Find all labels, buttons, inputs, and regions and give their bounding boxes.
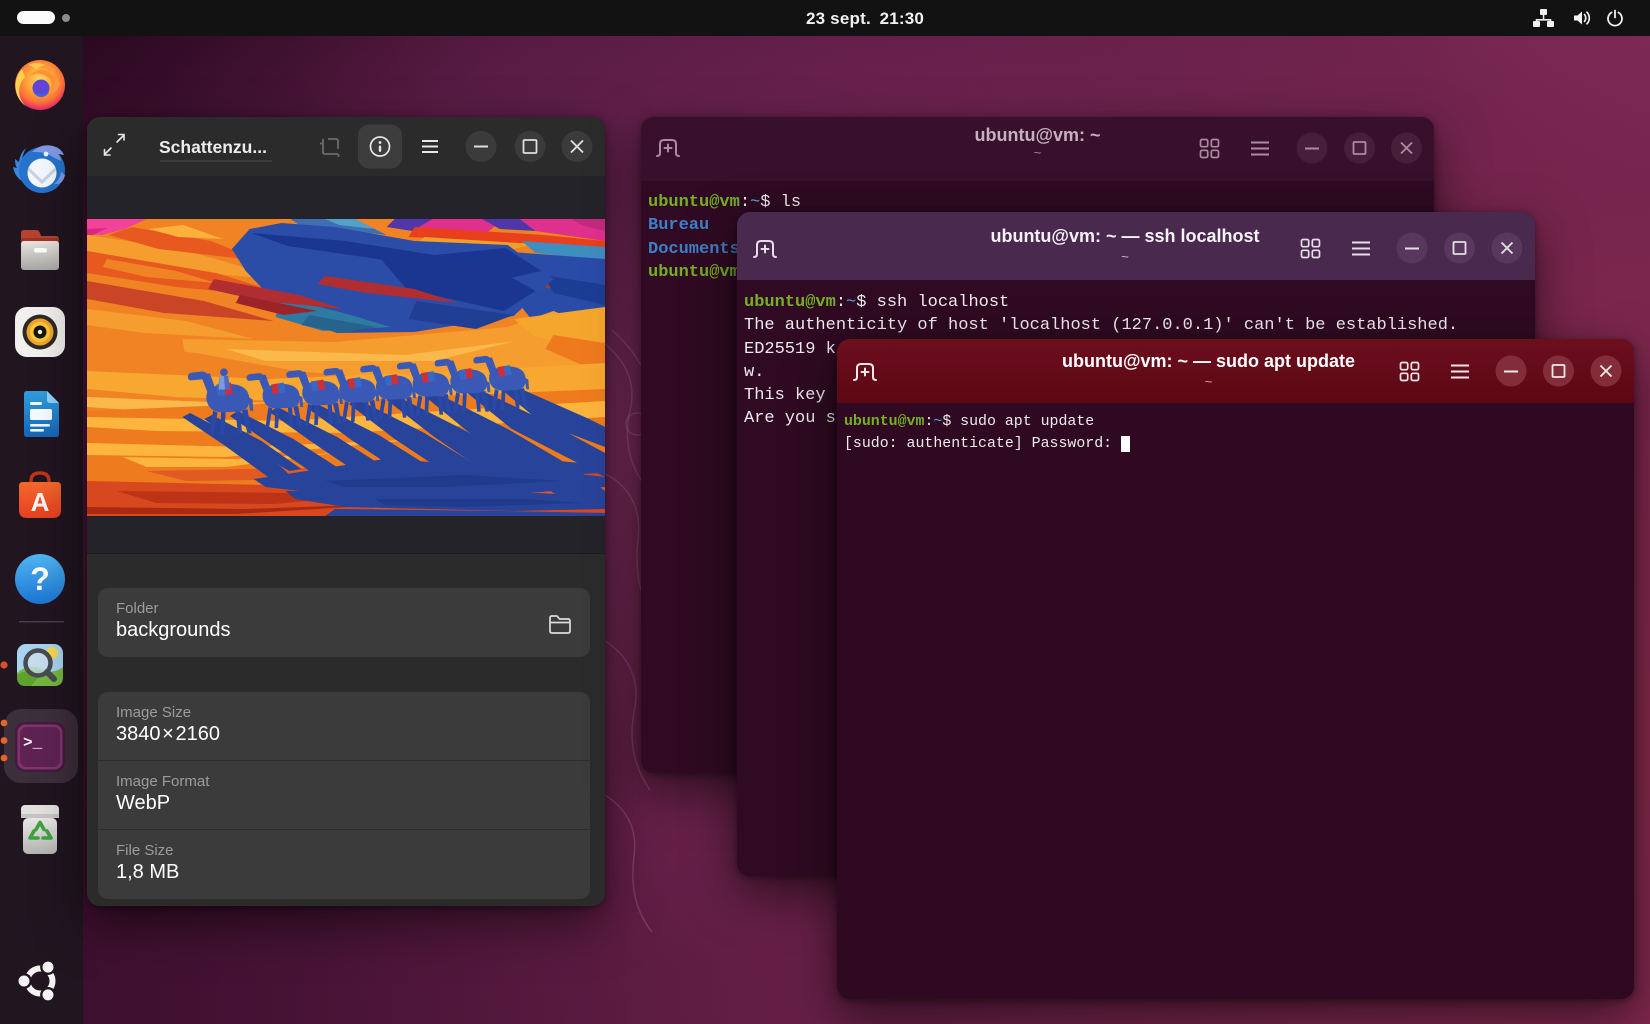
- svg-text:Schattenzu...: Schattenzu...: [159, 137, 267, 157]
- svg-text:>_: >_: [23, 734, 43, 752]
- svg-text:A: A: [31, 487, 50, 517]
- svg-text:?: ?: [30, 561, 50, 597]
